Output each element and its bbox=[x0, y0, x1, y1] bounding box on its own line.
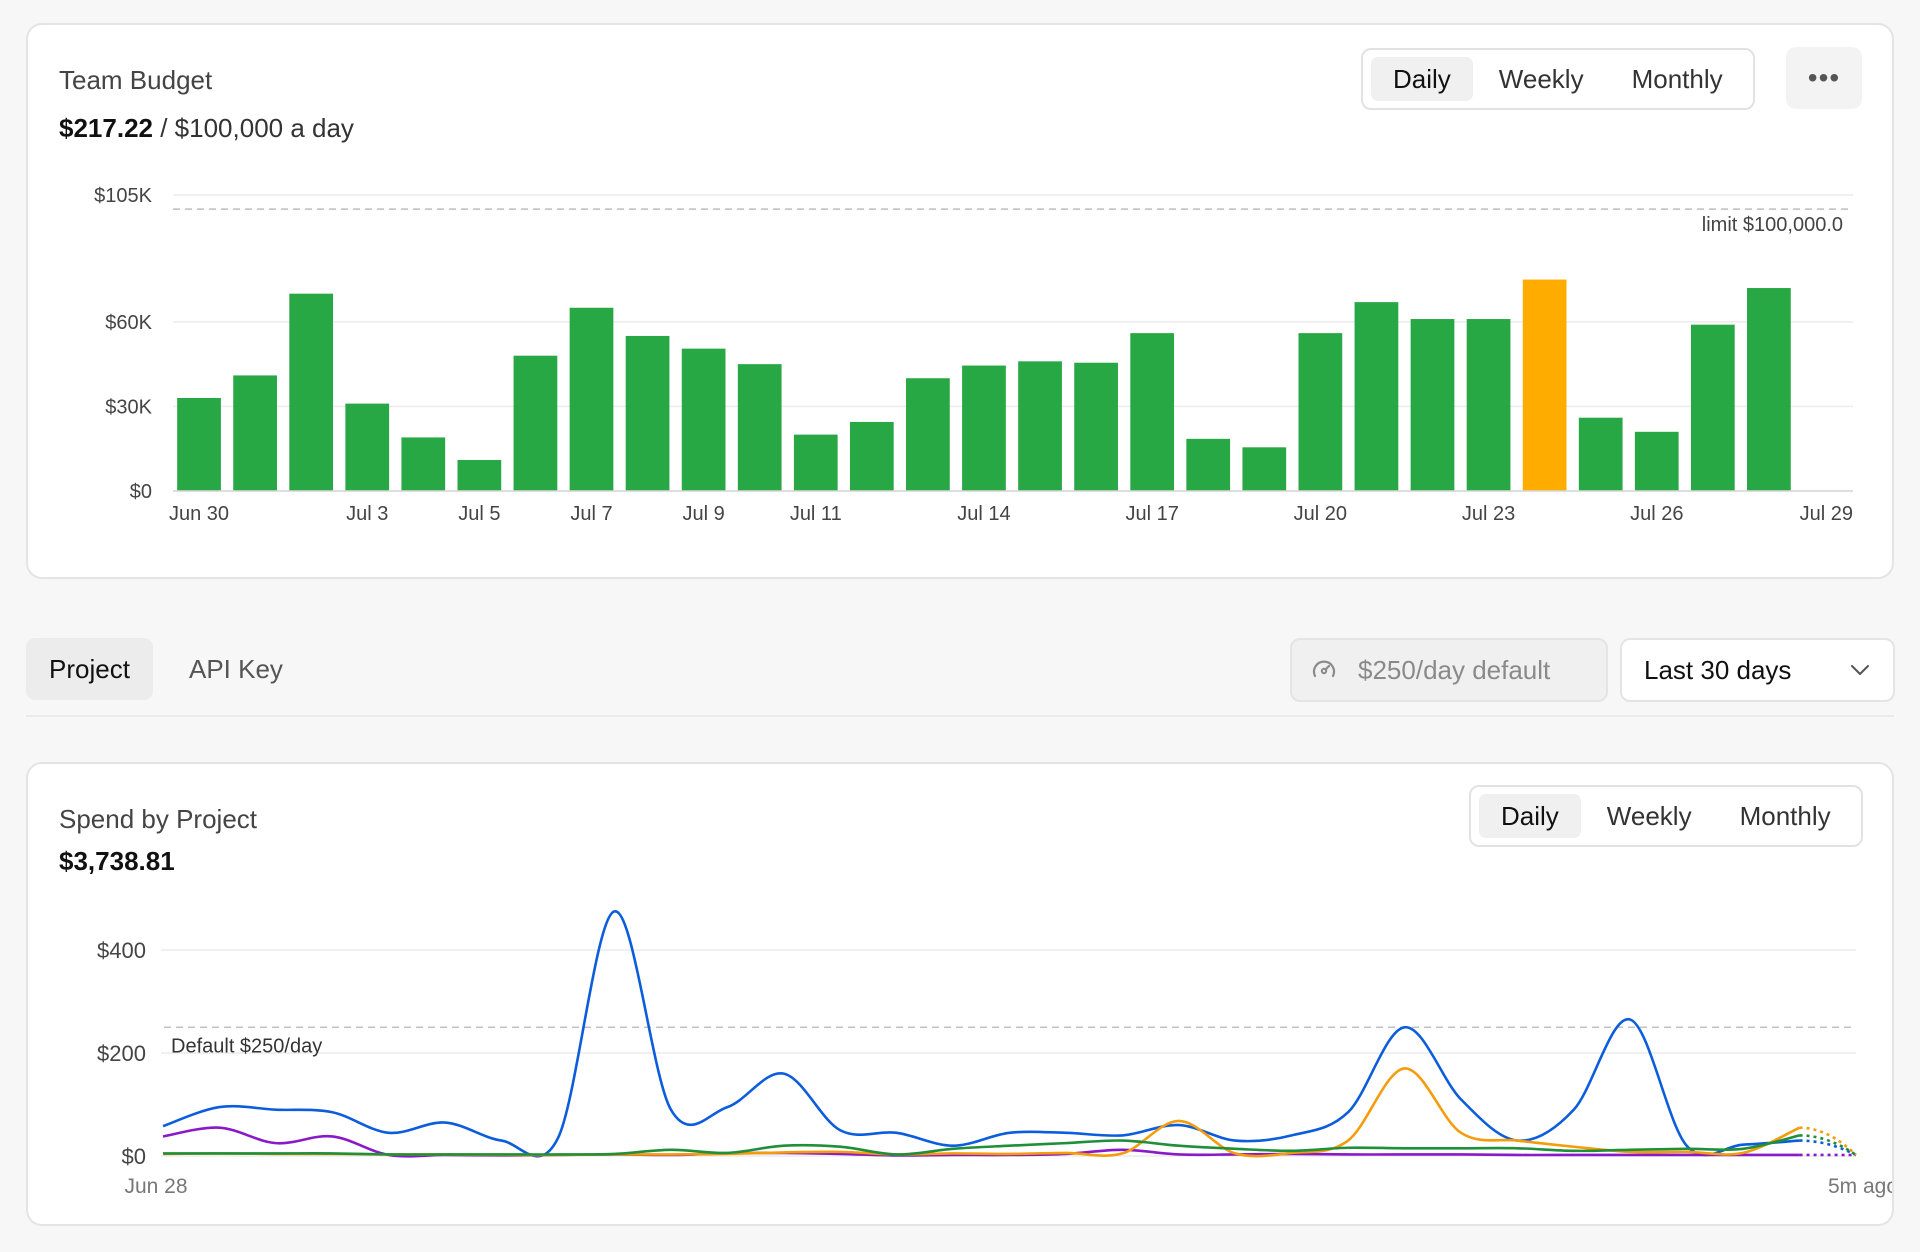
x-tick-label: Jul 5 bbox=[458, 503, 500, 525]
y-tick-label: $105K bbox=[94, 185, 152, 207]
bar bbox=[1410, 319, 1455, 491]
y-tick-label: $0 bbox=[122, 1144, 146, 1169]
bar bbox=[849, 421, 894, 491]
x-tick-label: Jul 26 bbox=[1630, 503, 1683, 525]
bar bbox=[625, 335, 670, 491]
y-tick-label: $0 bbox=[130, 481, 152, 503]
bar bbox=[233, 375, 277, 491]
date-range-select[interactable]: Last 30 days bbox=[1620, 638, 1895, 702]
gauge-icon bbox=[1312, 660, 1336, 678]
x-tick-label: Jul 23 bbox=[1462, 503, 1515, 525]
bar bbox=[1298, 333, 1343, 491]
series-line bbox=[162, 1067, 1801, 1158]
x-tick-label: Jul 9 bbox=[683, 503, 725, 525]
bar bbox=[962, 365, 1006, 491]
x-tick-label: Jul 29 bbox=[1800, 503, 1853, 525]
bar bbox=[1522, 279, 1567, 491]
default-limit-pill[interactable]: $250/day default bbox=[1290, 638, 1608, 702]
bar bbox=[1466, 319, 1511, 491]
y-tick-label: $400 bbox=[97, 938, 146, 963]
bar bbox=[177, 397, 221, 491]
x-tick-label: Jul 7 bbox=[570, 503, 612, 525]
bar bbox=[1242, 447, 1287, 491]
y-tick-label: $30K bbox=[105, 396, 152, 418]
series-forecast-line bbox=[1799, 1139, 1857, 1157]
bar bbox=[1130, 333, 1175, 491]
default-limit-label: Default $250/day bbox=[171, 1035, 322, 1057]
x-end-label: 5m ago bbox=[1828, 1175, 1892, 1198]
bar bbox=[401, 437, 446, 491]
series-line bbox=[162, 1126, 1800, 1158]
x-tick-label: Jul 20 bbox=[1294, 503, 1347, 525]
bar bbox=[737, 364, 782, 491]
y-tick-label: $200 bbox=[97, 1041, 146, 1066]
x-tick-label: Jul 3 bbox=[346, 503, 388, 525]
grouping-tabs: Project API Key bbox=[26, 638, 1894, 718]
bar bbox=[1354, 302, 1399, 491]
bar bbox=[1690, 324, 1735, 491]
default-limit-label: $250/day default bbox=[1358, 654, 1551, 685]
bar bbox=[1186, 438, 1231, 491]
budget-bar-chart: $0 $30K $60K $105K limit $100,000.0 Jun 30 Jul… bbox=[94, 185, 1853, 525]
bar bbox=[1018, 361, 1062, 491]
y-tick-label: $60K bbox=[105, 312, 152, 334]
bar bbox=[1578, 417, 1623, 491]
tab-api-key[interactable]: API Key bbox=[166, 638, 306, 700]
bar bbox=[457, 459, 502, 491]
divider bbox=[26, 715, 1894, 717]
tab-project[interactable]: Project bbox=[26, 638, 153, 700]
x-tick-label: Jul 11 bbox=[790, 503, 842, 525]
bar bbox=[681, 348, 726, 491]
bar bbox=[289, 293, 334, 491]
limit-label: limit $100,000.0 bbox=[1702, 214, 1843, 236]
bar bbox=[345, 403, 390, 491]
date-range-value: Last 30 days bbox=[1644, 654, 1792, 685]
x-tick-label: Jun 30 bbox=[169, 503, 229, 525]
x-tick-label: Jul 17 bbox=[1125, 503, 1178, 525]
bar bbox=[906, 378, 950, 491]
bar bbox=[793, 434, 838, 491]
bar bbox=[1634, 431, 1679, 491]
x-tick-label: Jul 14 bbox=[957, 503, 1010, 525]
x-start-label: Jun 28 bbox=[124, 1175, 187, 1198]
bar bbox=[513, 355, 558, 491]
spend-line-chart: $0 $200 $400 Default $250/day Jun 28 5m ago bbox=[97, 910, 1892, 1198]
bar bbox=[1747, 288, 1791, 491]
bar bbox=[569, 307, 614, 491]
team-budget-card: Team Budget $217.22 / $100,000 a day Dai… bbox=[26, 23, 1894, 579]
chevron-down-icon bbox=[1851, 665, 1869, 675]
spend-by-project-card: Spend by Project $3,738.81 Daily Weekly … bbox=[26, 762, 1894, 1226]
bar bbox=[1074, 362, 1118, 491]
series-line bbox=[162, 910, 1800, 1158]
